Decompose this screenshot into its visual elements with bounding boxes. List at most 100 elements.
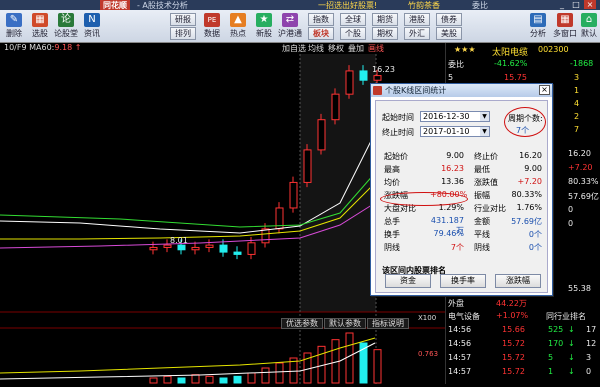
- toolbar-item-label: 沪港通: [278, 29, 302, 38]
- rank-by-turnover-button[interactable]: 换手率: [440, 274, 486, 288]
- minimize-button[interactable]: _: [556, 0, 568, 9]
- grid-icon: ▦: [32, 13, 48, 27]
- default-params-button[interactable]: 默认参数: [324, 318, 366, 329]
- industry-label: 电气设备: [448, 312, 480, 321]
- toolbar-btn-bond[interactable]: 债券: [436, 13, 462, 26]
- stat-label: 阴线: [384, 243, 400, 252]
- dropdown-arrow-icon[interactable]: ▼: [480, 127, 489, 136]
- candle: [345, 70, 354, 95]
- optimal-params-button[interactable]: 优选参数: [281, 318, 323, 329]
- home-icon: ⌂: [581, 13, 597, 27]
- candle: [177, 244, 186, 251]
- toolbar-btn-board[interactable]: 板块: [308, 27, 334, 40]
- toolbar-btn-stock[interactable]: 个股: [340, 27, 366, 40]
- toolbar-btn-rank[interactable]: 排列: [170, 27, 196, 40]
- price-low-label: 8.01: [170, 236, 188, 245]
- title-bar: 同花顺 - A股技术分析 一招选出好股票! 竹韵茶香 委比 _ □ ×: [0, 0, 600, 11]
- toolbar-item-3[interactable]: N 资讯: [80, 13, 104, 41]
- close-window-button[interactable]: ×: [584, 0, 596, 9]
- stat-label: 终止价: [474, 152, 498, 161]
- toolbar-item-6[interactable]: ★ 新股: [252, 13, 276, 41]
- chart-tab-addfav[interactable]: 加自选: [282, 43, 306, 54]
- trade-vol: 1: [548, 367, 554, 376]
- trade-time: 14:56: [448, 339, 472, 348]
- stat-value: 13.36: [441, 177, 464, 186]
- toolbar-label: 多窗口: [553, 29, 577, 38]
- toolbar-btn-report[interactable]: 研报: [170, 13, 196, 26]
- indicator-help-button[interactable]: 指标说明: [367, 318, 409, 329]
- toolbar-btn-futures[interactable]: 期货: [372, 13, 398, 26]
- candle: [261, 228, 270, 244]
- trade-price: 15.72: [502, 367, 525, 376]
- toolbar-item-7[interactable]: ⇄ 沪港通: [278, 13, 302, 41]
- stat-value: 79.46%: [433, 229, 464, 238]
- toolbar-item-2[interactable]: 论论股堂: [54, 13, 78, 41]
- dialog-close-button[interactable]: ×: [539, 85, 550, 95]
- dialog-title: 个股K线区间统计: [371, 84, 552, 97]
- toolbar-btn-hk[interactable]: 港股: [404, 13, 430, 26]
- end-time-picker[interactable]: 2017-01-10 ▼: [420, 126, 490, 137]
- dropdown-arrow-icon[interactable]: ▼: [480, 112, 489, 121]
- rating-stars: ★★★: [454, 45, 476, 54]
- toolbar-item-4[interactable]: PE 数据: [200, 13, 224, 41]
- stat-label: 涨跌值: [474, 178, 498, 187]
- trade-cnt: 3: [586, 353, 592, 362]
- toolbar-item-5[interactable]: ▲ 热点: [226, 13, 250, 41]
- stat-label: 换手: [384, 230, 400, 239]
- side-number: 55.38: [568, 284, 591, 293]
- maximize-button[interactable]: □: [570, 0, 582, 9]
- toolbar-analysis[interactable]: ▤ 分析: [526, 13, 550, 41]
- toolbar-btn-global[interactable]: 全球: [340, 13, 366, 26]
- start-time-picker[interactable]: 2016-12-30 ▼: [420, 111, 490, 122]
- volume-bar: [163, 375, 172, 384]
- stat-label: 金额: [474, 217, 490, 226]
- side-value: 0: [568, 219, 574, 228]
- chart-icon: ▤: [530, 13, 546, 27]
- volume-bar: [177, 377, 186, 384]
- price-high-label: 16.23: [372, 65, 395, 74]
- toolbar-btn-options[interactable]: 期权: [372, 27, 398, 40]
- stat-value: 7个: [450, 243, 464, 252]
- ask-price: 15.75: [504, 73, 527, 82]
- toolbar-btn-us[interactable]: 美股: [436, 27, 462, 40]
- volume-bar: [191, 374, 200, 384]
- trade-vol: 5: [548, 353, 554, 362]
- toolbar-item-1[interactable]: ▦ 选股: [28, 13, 52, 41]
- weibi-diff: -1868: [570, 59, 594, 68]
- chart-tab-draw[interactable]: 画线: [368, 43, 384, 54]
- trade-price: 15.66: [502, 325, 525, 334]
- chart-tab-ma[interactable]: 均线: [308, 43, 324, 54]
- pe-icon: PE: [204, 13, 220, 27]
- interval-stats-dialog[interactable]: 个股K线区间统计 × 起始时间 2016-12-30 ▼ 终止时间 2017-01…: [370, 83, 553, 296]
- stat-value: 57.69亿: [511, 217, 542, 226]
- toolbar-item-0[interactable]: ✎ 删除: [2, 13, 26, 41]
- toolbar-btn-forex[interactable]: 外汇: [404, 27, 430, 40]
- stat-value: 80.33%: [511, 190, 542, 199]
- dialog-body: 起始时间 2016-12-30 ▼ 终止时间 2017-01-10 ▼ 周期个数: …: [375, 100, 548, 293]
- rank-by-change-button[interactable]: 涨跌幅: [495, 274, 541, 288]
- trade-row: 14:57 15.72 5 ↓ 3: [446, 352, 600, 365]
- stat-label: 最高: [384, 165, 400, 174]
- trade-dir: ↓: [568, 353, 575, 362]
- trade-dir: ↓: [568, 339, 575, 348]
- waipan-value: 44.22万: [496, 299, 527, 308]
- toolbar-item-label: 新股: [256, 29, 272, 38]
- ask-label: 5: [448, 73, 454, 82]
- edit-icon: ✎: [6, 13, 22, 27]
- rank-by-amount-button[interactable]: 资金: [385, 274, 431, 288]
- toolbar-btn-index[interactable]: 指数: [308, 13, 334, 26]
- side-value: 16.20: [568, 149, 591, 158]
- toolbar-default[interactable]: ⌂ 默认: [578, 13, 600, 41]
- side-value: 80.33%: [568, 177, 599, 186]
- toolbar-label: 分析: [530, 29, 546, 38]
- side-value: 57.69亿: [568, 192, 599, 201]
- chart-tab-overlay[interactable]: 叠加: [348, 43, 364, 54]
- stat-value: +7.20: [517, 177, 542, 186]
- toolbar-multiwindow[interactable]: ▦ 多窗口: [552, 13, 578, 41]
- candle: [191, 246, 200, 251]
- candle: [289, 181, 298, 209]
- trade-vol: 525: [548, 325, 564, 334]
- candle: [317, 119, 326, 151]
- chart-tab-exright[interactable]: 移权: [328, 43, 344, 54]
- trade-time: 14:57: [448, 353, 472, 362]
